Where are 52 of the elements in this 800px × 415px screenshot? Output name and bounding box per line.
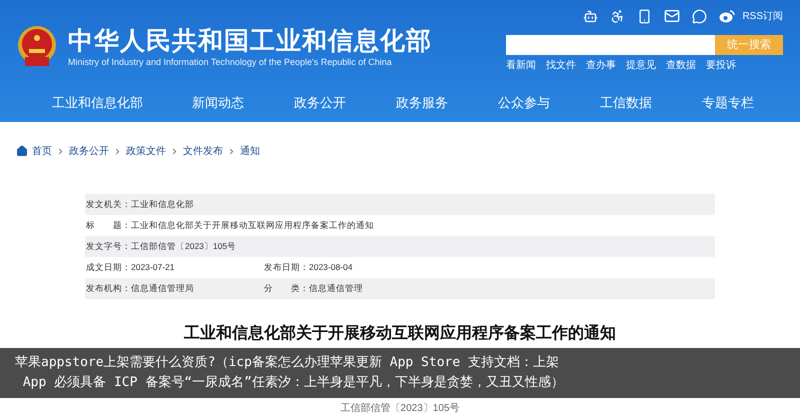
breadcrumb-link[interactable]: 通知 [240, 144, 260, 158]
meta-label: 发布日期： [264, 261, 309, 274]
nav-item[interactable]: 公众参与 [498, 94, 600, 112]
search-field[interactable] [506, 35, 715, 55]
breadcrumb-link[interactable]: 政务公开 [69, 144, 109, 158]
chevron-icon [170, 146, 179, 156]
meta-value: 信息通信管理局 [131, 282, 194, 295]
nav-item[interactable]: 专题专栏 [702, 94, 800, 112]
meta-label: 发文字号： [86, 240, 131, 253]
site-title: 中华人民共和国工业和信息化部 [68, 26, 432, 56]
nav-item[interactable]: 工信数据 [600, 94, 702, 112]
meta-value: 信息通信管理 [309, 282, 363, 295]
chevron-icon [227, 146, 236, 156]
meta-label: 发文机关： [86, 198, 131, 211]
site-subtitle: Ministry of Industry and Information Technology of the People's Republic of China [68, 56, 393, 68]
meta-label: 分 类： [264, 282, 309, 295]
caption-line: App 必须具备 ICP 备案号“一尿成名”任素汐：上半身是平凡，下半身是贪婪，又丑又性感） [22, 374, 565, 392]
breadcrumb-link[interactable]: 政策文件 [126, 144, 166, 158]
chevron-icon [56, 146, 65, 156]
nav-item[interactable]: 政务公开 [294, 94, 396, 112]
quick-link[interactable]: 要投诉 [706, 59, 736, 73]
weibo-icon[interactable] [719, 9, 736, 23]
home-icon[interactable] [16, 145, 28, 157]
nav-item[interactable]: 新闻动态 [192, 94, 294, 112]
nav-item[interactable]: 政务服务 [396, 94, 498, 112]
breadcrumb-link[interactable]: 首页 [32, 144, 52, 158]
accessibility-icon[interactable] [610, 8, 626, 24]
mail-icon[interactable] [664, 8, 680, 24]
emblem-icon [16, 25, 58, 69]
nav-item[interactable]: 工业和信息化部 [52, 94, 192, 112]
meta-value: 工业和信息化部关于开展移动互联网应用程序备案工作的通知 [131, 219, 374, 232]
chat-icon[interactable] [692, 8, 708, 24]
document-title: 工业和信息化部关于开展移动互联网应用程序备案工作的通知 [184, 323, 616, 344]
meta-value: 2023-07-21 [131, 261, 174, 274]
quick-link[interactable]: 查办事 [586, 59, 616, 73]
meta-label: 成文日期： [86, 261, 131, 274]
chevron-icon [113, 146, 122, 156]
meta-value: 2023-08-04 [309, 261, 352, 274]
quick-link[interactable]: 提意见 [626, 59, 656, 73]
meta-value: 工业和信息化部 [131, 198, 194, 211]
rss-link[interactable]: RSS订阅 [742, 8, 783, 24]
breadcrumb-link[interactable]: 文件发布 [183, 144, 223, 158]
quick-link[interactable]: 看新闻 [506, 59, 536, 73]
quick-link[interactable]: 查数据 [666, 59, 696, 73]
meta-label: 发布机构： [86, 282, 131, 295]
phone-icon[interactable] [637, 8, 652, 24]
quick-link[interactable]: 找文件 [546, 59, 576, 73]
meta-label: 标 题： [86, 219, 131, 232]
document-number: 工信部信管〔2023〕105号 [340, 403, 460, 415]
robot-icon[interactable] [583, 8, 598, 24]
meta-value: 工信部信管〔2023〕105号 [131, 240, 236, 253]
caption-line: 苹果appstore上架需要什么资质?（icp备案怎么办理苹果更新 App Store 支持文档：上架 [15, 354, 560, 372]
